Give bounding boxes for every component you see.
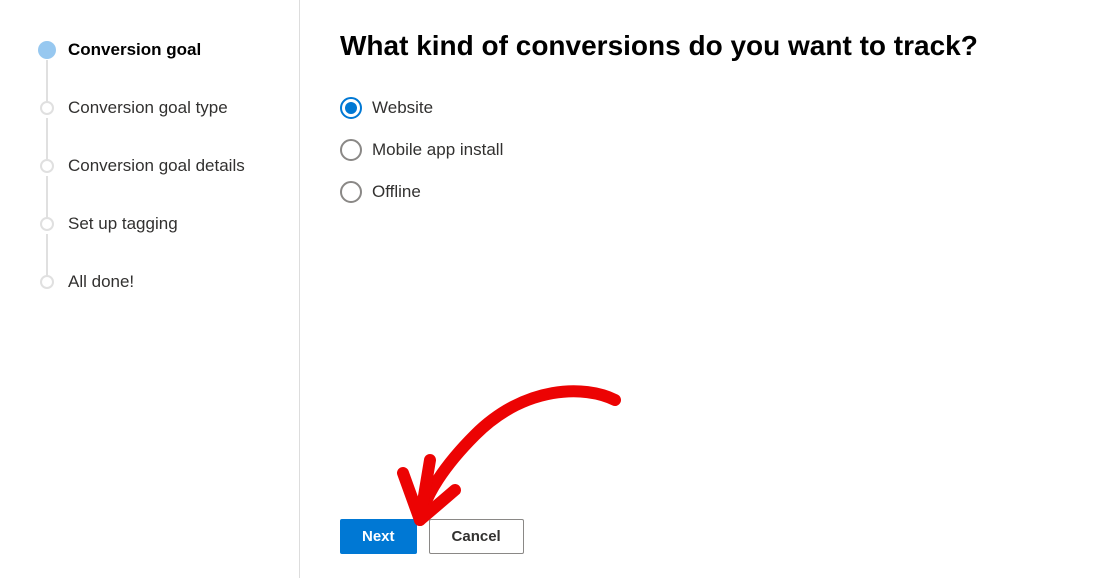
step-label: Set up tagging (68, 214, 178, 234)
wizard-steps: Conversion goal Conversion goal type Con… (40, 40, 279, 292)
radio-mobile-app-install[interactable]: Mobile app install (340, 139, 503, 161)
radio-icon (340, 181, 362, 203)
step-conversion-goal[interactable]: Conversion goal (40, 40, 279, 98)
step-bullet-icon (40, 159, 54, 173)
next-button[interactable]: Next (340, 519, 417, 554)
step-bullet-icon (38, 41, 56, 59)
action-bar: Next Cancel (340, 519, 1076, 554)
step-label: Conversion goal (68, 40, 201, 60)
step-connector (46, 60, 48, 104)
step-connector (46, 176, 48, 220)
step-connector (46, 234, 48, 278)
main-panel: What kind of conversions do you want to … (300, 0, 1116, 578)
step-label: All done! (68, 272, 134, 292)
step-set-up-tagging[interactable]: Set up tagging (40, 214, 279, 272)
step-conversion-goal-details[interactable]: Conversion goal details (40, 156, 279, 214)
radio-icon (340, 97, 362, 119)
page-title: What kind of conversions do you want to … (340, 30, 1076, 62)
step-bullet-icon (40, 101, 54, 115)
conversion-type-radios: Website Mobile app install Offline (340, 97, 1076, 203)
step-conversion-goal-type[interactable]: Conversion goal type (40, 98, 279, 156)
step-bullet-icon (40, 275, 54, 289)
step-all-done[interactable]: All done! (40, 272, 279, 292)
step-connector (46, 118, 48, 162)
step-bullet-icon (40, 217, 54, 231)
radio-website[interactable]: Website (340, 97, 433, 119)
step-label: Conversion goal details (68, 156, 245, 176)
wizard-sidebar: Conversion goal Conversion goal type Con… (0, 0, 300, 578)
radio-icon (340, 139, 362, 161)
radio-label: Offline (372, 182, 421, 202)
cancel-button[interactable]: Cancel (429, 519, 524, 554)
radio-label: Mobile app install (372, 140, 503, 160)
radio-label: Website (372, 98, 433, 118)
radio-offline[interactable]: Offline (340, 181, 421, 203)
step-label: Conversion goal type (68, 98, 228, 118)
